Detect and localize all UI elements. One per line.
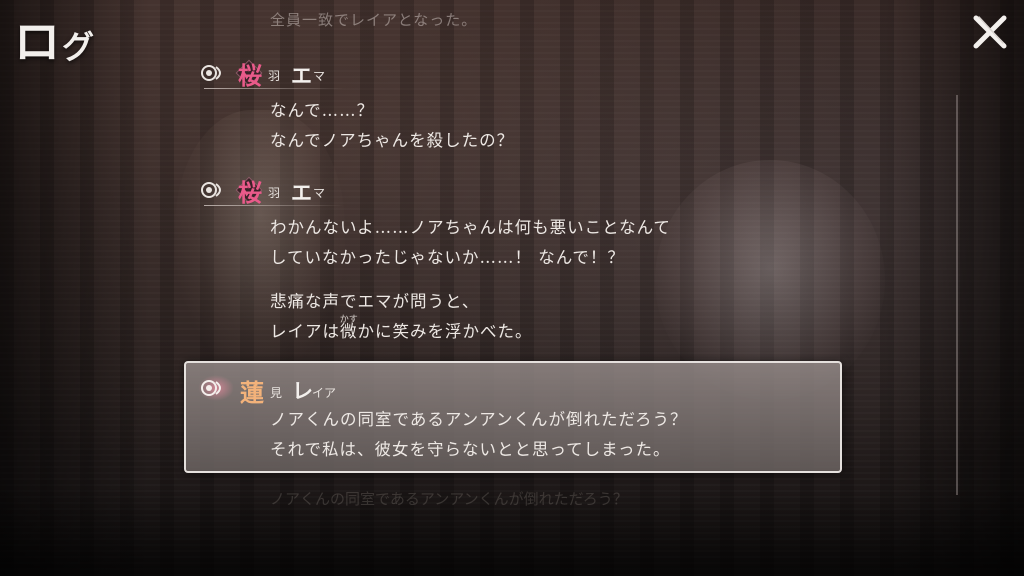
speaker-name-kanji: 桜 (238, 61, 262, 90)
log-next-line-ghost: ノアくんの同室であるアンアンくんが倒れただろう？ (270, 490, 628, 508)
ruby-reading: かす (339, 315, 358, 325)
narration-text: レイアは (270, 322, 340, 341)
name-underline (204, 205, 344, 206)
speaker-row: 蓮 見 レ イア (194, 371, 840, 407)
dialogue-text: なんで……？ なんでノアちゃんを殺したの？ (270, 96, 840, 156)
dialogue-line: ノアくんの同室であるアンアンくんが倒れただろう？ (270, 410, 688, 429)
log-title-small: グ (62, 28, 97, 66)
log-entry-selected[interactable]: 蓮 見 レ イア ノアくんの同室であるアンアンくんが倒れただろう？ それで私は、… (184, 361, 842, 473)
ruby-annotation: かす微 (340, 315, 358, 347)
speaker-name-kanji-small: 羽 (268, 186, 281, 200)
log-scrollbar[interactable] (956, 95, 958, 495)
narration-text: かに笑みを浮かべた。 (357, 322, 533, 341)
log-entry: 桜 羽 エ マ なんで……？ なんでノアちゃんを殺したの？ (200, 58, 840, 156)
speaker-row: 桜 羽 エ マ (200, 175, 840, 207)
speaker-name-kana-small: マ (313, 186, 326, 200)
speaker-name-kanji: 蓮 (240, 378, 264, 407)
dialogue-line: なんでノアちゃんを殺したの？ (270, 131, 515, 150)
log-screen: ログ 全員一致でレイアとなった。 桜 羽 エ マ なんで……？ なんでノアちゃん… (0, 0, 1024, 576)
speaker-name-kanji-small: 羽 (268, 69, 281, 83)
speaker-name-kana: エ (291, 180, 312, 205)
dialogue-line: わかんないよ……ノアちゃんは何も悪いことなんて (270, 218, 671, 237)
speaker-name-kana-small: マ (313, 69, 326, 83)
speaker-name-kanji-small: 見 (270, 386, 283, 400)
log-title: ログ (14, 6, 96, 72)
close-x-icon (973, 15, 1007, 49)
voice-replay-icon[interactable] (200, 179, 228, 201)
speaker-name-kana: レ (292, 378, 313, 403)
dialogue-text: わかんないよ……ノアちゃんは何も悪いことなんて していなかったじゃないか……！ … (270, 213, 840, 347)
speaker-name-kana-small: イア (312, 386, 337, 400)
name-underline (204, 88, 344, 89)
speaker-name-kanji: 桜 (238, 178, 262, 207)
dialogue-line: していなかったじゃないか……！ なんで！？ (270, 248, 625, 267)
log-entry: 桜 羽 エ マ わかんないよ……ノアちゃんは何も悪いことなんて していなかったじ… (200, 175, 840, 347)
dialogue-line: なんで……？ (270, 101, 375, 120)
voice-replay-icon[interactable] (200, 62, 228, 84)
narration-line: レイアは かす 微かに笑みを浮かべた。 (270, 315, 840, 347)
speaker-name-kana: エ (291, 63, 312, 88)
speaker-row: 桜 羽 エ マ (200, 58, 840, 90)
close-button[interactable] (970, 12, 1010, 52)
log-previous-line: 全員一致でレイアとなった。 (270, 11, 478, 29)
log-title-main: ロ (14, 15, 62, 69)
voice-replay-icon[interactable] (200, 377, 228, 399)
dialogue-line: それで私は、彼女を守らないとと思ってしまった。 (270, 440, 671, 459)
dialogue-text: ノアくんの同室であるアンアンくんが倒れただろう？ それで私は、彼女を守らないとと… (270, 405, 840, 465)
